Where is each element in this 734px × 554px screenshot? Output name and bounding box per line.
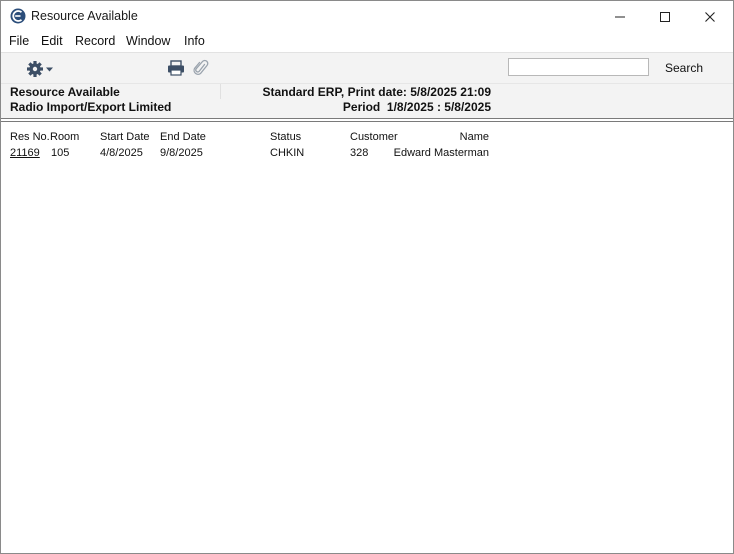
- col-start-date: Start Date: [100, 131, 150, 143]
- minimize-icon: [615, 16, 625, 17]
- menu-file[interactable]: File: [9, 34, 29, 48]
- col-end-date: End Date: [160, 131, 206, 143]
- menu-edit[interactable]: Edit: [41, 34, 63, 48]
- close-icon: [705, 11, 715, 22]
- print-info: Standard ERP, Print date: 5/8/2025 21:09: [262, 85, 491, 99]
- attachment-icon[interactable]: [193, 59, 209, 77]
- search-input[interactable]: [508, 58, 649, 76]
- search-button[interactable]: Search: [665, 61, 703, 75]
- minimize-button[interactable]: [597, 1, 643, 32]
- menu-info[interactable]: Info: [184, 34, 205, 48]
- window-title: Resource Available: [31, 9, 138, 23]
- maximize-button[interactable]: [642, 1, 688, 32]
- end-date-cell: 9/8/2025: [160, 147, 203, 159]
- close-button[interactable]: [687, 1, 733, 32]
- status-cell: CHKIN: [270, 147, 305, 159]
- toolbar: Search: [1, 52, 733, 83]
- name-cell: Edward Masterman: [393, 147, 489, 159]
- menu-window[interactable]: Window: [126, 34, 170, 48]
- maximize-icon: [660, 11, 670, 22]
- title-bar[interactable]: Resource Available: [1, 1, 733, 32]
- room-cell: 105: [51, 147, 70, 159]
- company-name: Radio Import/Export Limited: [10, 100, 172, 114]
- res-no-link[interactable]: 21169: [10, 147, 40, 159]
- menu-bar: File Edit Record Window Info: [1, 32, 733, 52]
- app-window: Resource Available File Edit Record Wind…: [0, 0, 734, 554]
- customer-cell: 328: [350, 147, 369, 159]
- header-rule: [1, 118, 733, 122]
- col-res-no: Res No.: [10, 131, 50, 143]
- report-header: Resource Available Radio Import/Export L…: [1, 83, 733, 118]
- gear-dropdown-icon[interactable]: [25, 59, 55, 79]
- col-name: Name: [459, 131, 489, 143]
- report-name: Resource Available: [10, 85, 120, 99]
- header-divider: [220, 84, 221, 99]
- col-status: Status: [270, 131, 302, 143]
- start-date-cell: 4/8/2025: [100, 147, 143, 159]
- report-period: Period 1/8/2025 : 5/8/2025: [342, 100, 491, 114]
- print-icon[interactable]: [167, 60, 185, 76]
- menu-record[interactable]: Record: [75, 34, 115, 48]
- col-customer: Customer: [350, 131, 398, 143]
- app-logo-icon: [10, 8, 26, 24]
- col-room: Room: [50, 131, 80, 143]
